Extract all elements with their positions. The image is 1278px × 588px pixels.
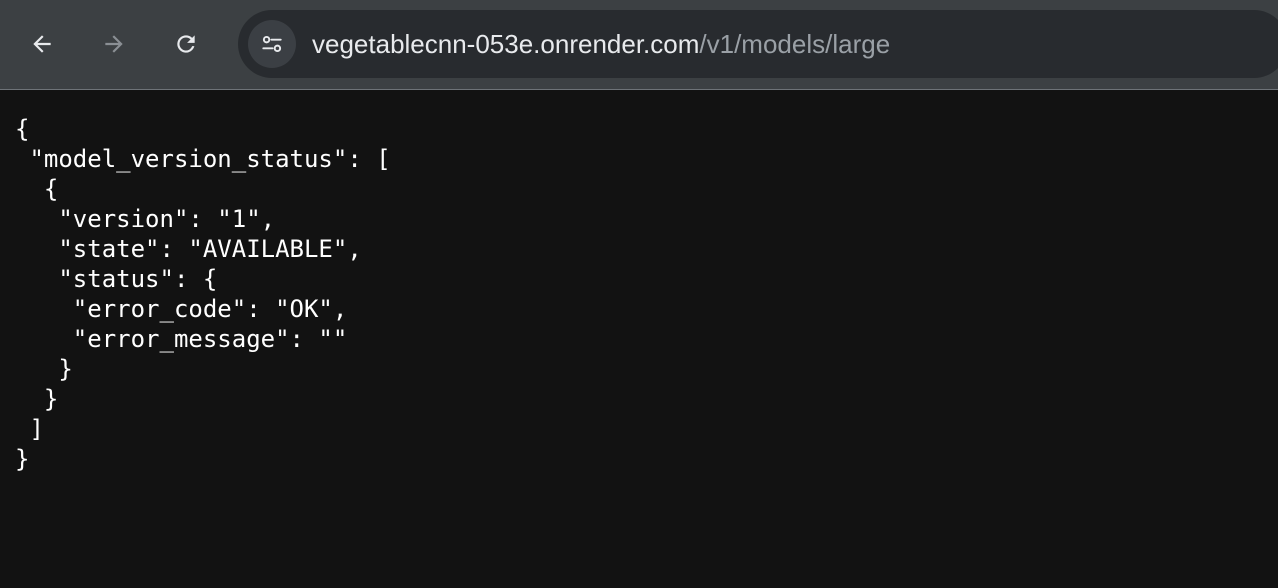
url-host: vegetablecnn-053e.onrender.com xyxy=(312,29,700,59)
reload-button[interactable] xyxy=(164,22,208,66)
json-line: ] xyxy=(15,415,44,443)
json-line: } xyxy=(15,385,59,413)
arrow-left-icon xyxy=(33,35,51,53)
json-line: } xyxy=(15,445,30,473)
url-text[interactable]: vegetablecnn-053e.onrender.com/v1/models… xyxy=(312,10,890,78)
page-content: { "model_version_status": [ { "version":… xyxy=(0,91,1278,588)
address-bar[interactable]: vegetablecnn-053e.onrender.com/v1/models… xyxy=(238,10,1278,78)
site-info-button[interactable] xyxy=(248,20,296,68)
browser-toolbar: vegetablecnn-053e.onrender.com/v1/models… xyxy=(0,0,1278,90)
json-line: "version": "1", xyxy=(15,205,276,233)
reload-icon xyxy=(177,35,195,53)
forward-button[interactable] xyxy=(92,22,136,66)
json-line: "error_code": "OK", xyxy=(15,295,348,323)
json-line: "error_message": "" xyxy=(15,325,348,353)
json-response: { "model_version_status": [ { "version":… xyxy=(15,114,391,474)
json-line: "state": "AVAILABLE", xyxy=(15,235,362,263)
url-path: /v1/models/large xyxy=(699,29,891,59)
json-line: { xyxy=(15,115,30,143)
json-line: "status": { xyxy=(15,265,218,293)
arrow-right-icon xyxy=(105,35,123,53)
json-line: } xyxy=(15,355,73,383)
back-button[interactable] xyxy=(20,22,64,66)
json-line: { xyxy=(15,175,59,203)
json-line: "model_version_status": [ xyxy=(15,145,391,173)
tune-icon xyxy=(262,35,282,53)
